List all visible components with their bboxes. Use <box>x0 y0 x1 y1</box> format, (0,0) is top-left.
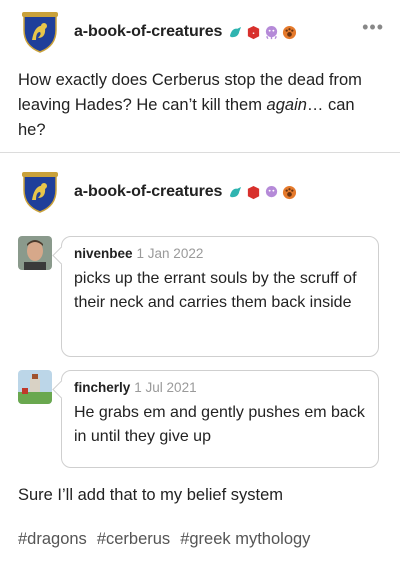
reblog-header: a-book-of-creatures <box>18 170 384 214</box>
reply-item: fincherly 1 Jul 2021 He grabs em and gent… <box>18 370 382 468</box>
blue-dragon-badge-icon <box>230 26 242 37</box>
blog-avatar[interactable] <box>18 10 62 54</box>
reply-date: 1 Jul 2021 <box>134 380 197 395</box>
pixel-art-avatar-icon <box>18 370 52 404</box>
tag-cerberus[interactable]: #cerberus <box>97 530 170 549</box>
reply-avatar[interactable] <box>18 236 52 270</box>
post-divider <box>0 152 400 153</box>
blue-dragon-badge-icon <box>230 186 242 197</box>
reply-text: picks up the errant souls by the scruff … <box>74 270 357 311</box>
reply-header: nivenbee 1 Jan 2022 <box>74 246 366 261</box>
purple-octopus-badge-icon <box>266 25 278 39</box>
purple-octopus-badge-icon <box>266 185 278 197</box>
crest-icon <box>22 12 58 53</box>
post-question: How exactly does Cerberus stop the dead … <box>18 68 380 143</box>
reply-bubble: nivenbee 1 Jan 2022 picks up the errant s… <box>61 236 379 357</box>
svg-text:•: • <box>252 30 255 36</box>
red-badge-icon: • <box>248 25 260 39</box>
red-badge-icon <box>248 185 260 199</box>
person-photo-icon <box>18 236 52 270</box>
tag-list: #dragons #cerberus #greek mythology <box>18 530 310 549</box>
reply-item: nivenbee 1 Jan 2022 picks up the errant s… <box>18 236 382 358</box>
reblog-blog-name[interactable]: a-book-of-creatures <box>74 183 222 201</box>
reblog-badge-group[interactable] <box>228 185 297 200</box>
tag-greek-mythology[interactable]: #greek mythology <box>180 530 310 549</box>
more-options-icon[interactable]: ••• <box>362 18 384 36</box>
orange-paw-badge-icon <box>283 25 297 39</box>
reply-username[interactable]: fincherly <box>74 380 130 395</box>
reply-username[interactable]: nivenbee <box>74 246 133 261</box>
question-emphasis: again <box>266 96 307 114</box>
tag-dragons[interactable]: #dragons <box>18 530 87 549</box>
reblog-comment: Sure I’ll add that to my belief system <box>18 486 284 504</box>
reply-text: He grabs em and gently pushes em back in… <box>74 404 365 445</box>
badge-group[interactable]: • <box>228 25 297 40</box>
reply-header: fincherly 1 Jul 2021 <box>74 380 366 395</box>
reply-date: 1 Jan 2022 <box>136 246 204 261</box>
orange-paw-badge-icon <box>283 185 297 199</box>
reblog-avatar[interactable] <box>18 170 62 214</box>
post-header: a-book-of-creatures • ••• <box>18 10 384 54</box>
reply-avatar[interactable] <box>18 370 52 404</box>
crest-icon <box>22 172 58 213</box>
blog-name[interactable]: a-book-of-creatures <box>74 23 222 41</box>
reply-bubble: fincherly 1 Jul 2021 He grabs em and gent… <box>61 370 379 468</box>
